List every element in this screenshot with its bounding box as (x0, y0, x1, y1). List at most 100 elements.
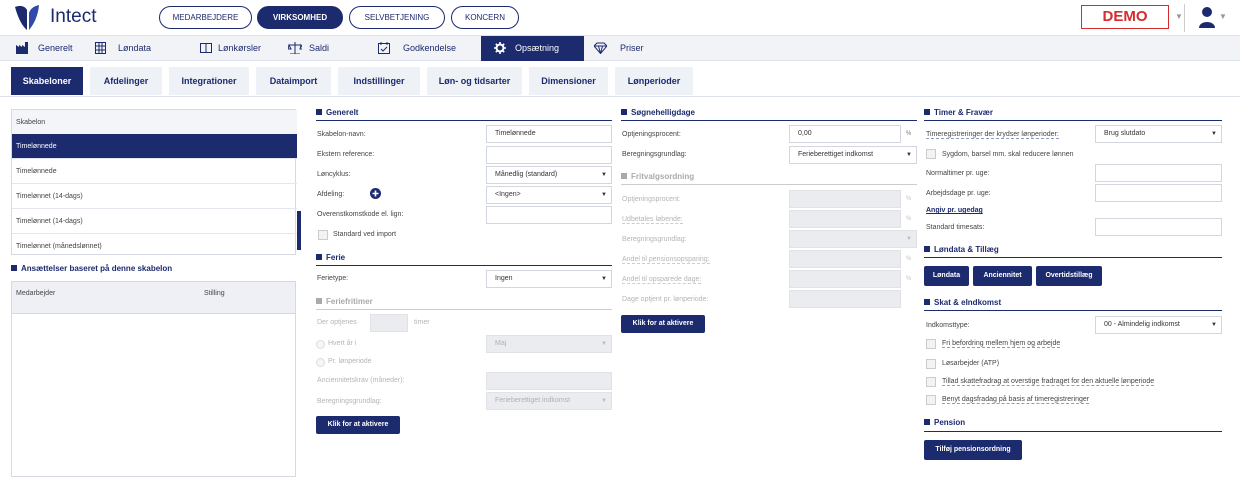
agreement-code-input[interactable] (486, 206, 612, 224)
tab-dimensioner[interactable]: Dimensioner (529, 67, 608, 95)
percent-unit: % (906, 131, 912, 137)
template-name-input[interactable]: Timelønnede (486, 125, 612, 143)
pill-virksomhed[interactable]: VIRKSOMHED (257, 6, 343, 29)
fv-basis-label: Beregningsgrundlag: (622, 236, 687, 243)
chevron-down-icon: ▼ (1211, 131, 1217, 137)
tab-indstillinger[interactable]: Indstillinger (338, 67, 420, 95)
scale-icon (288, 42, 302, 54)
nav-generelt[interactable]: Generelt (12, 36, 92, 61)
divider (924, 431, 1222, 432)
agreement-code-label: Overenstkomstkode el. lign: (317, 211, 404, 218)
pill-selvbetjening[interactable]: SELVBETJENING (349, 6, 445, 29)
divider (924, 257, 1222, 258)
activate-fritvalg-button[interactable]: Klik for at aktivere (621, 315, 705, 333)
crossing-select[interactable]: Brug slutdato ▼ (1095, 125, 1222, 143)
list-item[interactable]: Timelønnet (14-dags) (12, 209, 297, 234)
sh-basis-select[interactable]: Ferieberettiget indkomst ▼ (789, 146, 917, 164)
template-list-header: Skabelon (12, 110, 297, 135)
sick-reduce-checkbox[interactable] (926, 149, 936, 159)
sognehelligdage-title: Søgnehelligdage (631, 108, 696, 117)
ferie-title: Ferie (326, 253, 346, 262)
nav-generelt-label: Generelt (38, 43, 73, 53)
percent-unit: % (906, 256, 912, 262)
chevron-down-icon[interactable]: ▼ (1219, 12, 1227, 21)
fv-pct-label: Optjeningsprocent: (622, 196, 681, 203)
daily-deduction-checkbox[interactable] (926, 395, 936, 405)
fv-earned-days-input[interactable] (789, 290, 901, 308)
chevron-down-icon: ▼ (601, 276, 607, 282)
tab-lonperioder[interactable]: Lønperioder (615, 67, 693, 95)
nav-godkendelse[interactable]: Godkendelse (378, 36, 478, 61)
list-item[interactable]: Timelønnet (månedslønnet) (12, 234, 297, 259)
chevron-down-icon: ▼ (906, 152, 912, 158)
nav-lonkorsler[interactable]: Lønkørsler (200, 36, 280, 61)
demo-badge[interactable]: DEMO (1081, 5, 1169, 29)
tab-lon-tidsarter[interactable]: Løn- og tidsarter (427, 67, 522, 95)
earned-hours-input[interactable] (370, 314, 408, 332)
external-ref-label: Ekstern reference: (317, 151, 375, 158)
list-item[interactable]: Timelønnede (12, 134, 297, 159)
pill-koncern[interactable]: KONCERN (451, 6, 519, 29)
std-rate-input[interactable] (1095, 218, 1222, 236)
anciennitet-button[interactable]: Anciennitet (973, 266, 1032, 286)
column-header-position[interactable]: Stilling (204, 290, 225, 297)
chevron-down-icon: ▼ (601, 192, 607, 198)
scrollbar[interactable] (297, 211, 301, 250)
default-import-checkbox[interactable] (318, 230, 328, 240)
casual-worker-label: Løsarbejder (ATP) (942, 360, 1000, 367)
normal-hours-input[interactable] (1095, 164, 1222, 182)
income-type-select[interactable]: 00 - Almindelig indkomst ▼ (1095, 316, 1222, 334)
tab-afdelinger[interactable]: Afdelinger (90, 67, 162, 95)
tab-skabeloner[interactable]: Skabeloner (11, 67, 83, 95)
earning-pct-input[interactable]: 0,00 (789, 125, 901, 143)
earning-pct-label: Optjeningsprocent: (622, 131, 681, 138)
pay-cycle-select[interactable]: Månedlig (standard) ▼ (486, 166, 612, 184)
londata-button[interactable]: Løndata (924, 266, 969, 286)
app-name[interactable]: Intect (50, 6, 96, 28)
workdays-input[interactable] (1095, 184, 1222, 202)
section-title-sognehelligdage: Søgnehelligdage (621, 108, 695, 117)
list-item[interactable]: Timelønnede (12, 159, 297, 184)
tax-deduction-checkbox[interactable] (926, 377, 936, 387)
per-period-radio[interactable] (316, 358, 325, 367)
month-value: Maj (495, 340, 507, 347)
crossing-label: Timeregistreringer der krydser lønperiod… (926, 131, 1059, 139)
fv-pension-input[interactable] (789, 250, 901, 268)
pill-medarbejdere[interactable]: MEDARBEJDERE (159, 6, 252, 29)
seniority-input[interactable] (486, 372, 612, 390)
tab-dataimport[interactable]: Dataimport (256, 67, 331, 95)
weekday-link[interactable]: Angiv pr. ugedag (926, 207, 983, 214)
basis-select[interactable]: Ferieberettiget indkomst ▼ (486, 392, 612, 410)
nav-londata[interactable]: Løndata (95, 36, 170, 61)
tab-integrationer[interactable]: Integrationer (169, 67, 249, 95)
nav-saldi[interactable]: Saldi (288, 36, 348, 61)
top-bar: Intect MEDARBEJDERE VIRKSOMHED SELVBETJE… (0, 0, 1240, 36)
casual-worker-checkbox[interactable] (926, 359, 936, 369)
nav-priser[interactable]: Priser (594, 36, 654, 61)
column-header-employee[interactable]: Medarbejder (16, 290, 55, 297)
fv-days-input[interactable] (789, 270, 901, 288)
add-pension-button[interactable]: Tilføj pensionsordning (924, 440, 1022, 460)
chevron-down-icon: ▼ (601, 172, 607, 178)
nav-opsaetning[interactable]: Opsætning (481, 36, 584, 61)
user-icon[interactable] (1197, 6, 1217, 28)
divider (316, 265, 612, 266)
chevron-down-icon[interactable]: ▼ (1175, 12, 1183, 21)
add-department-icon[interactable] (370, 188, 381, 199)
department-select[interactable]: <Ingen> ▼ (486, 186, 612, 204)
free-commute-label: Fri befordring mellem hjem og arbejde (942, 340, 1061, 348)
chevron-down-icon: ▼ (601, 341, 607, 347)
fv-pct-input[interactable] (789, 190, 901, 208)
section-title-generelt: Generelt (316, 108, 358, 117)
external-ref-input[interactable] (486, 146, 612, 164)
free-commute-checkbox[interactable] (926, 339, 936, 349)
divider (316, 309, 612, 310)
month-select[interactable]: Maj ▼ (486, 335, 612, 353)
overtime-button[interactable]: Overtidstillæg (1036, 266, 1102, 286)
list-item[interactable]: Timelønnet (14-dags) (12, 184, 297, 209)
holiday-type-select[interactable]: Ingen ▼ (486, 270, 612, 288)
yearly-radio[interactable] (316, 340, 325, 349)
activate-feriefritimer-button[interactable]: Klik for at aktivere (316, 416, 400, 434)
fv-basis-select[interactable]: ▼ (789, 230, 917, 248)
fv-paid-input[interactable] (789, 210, 901, 228)
